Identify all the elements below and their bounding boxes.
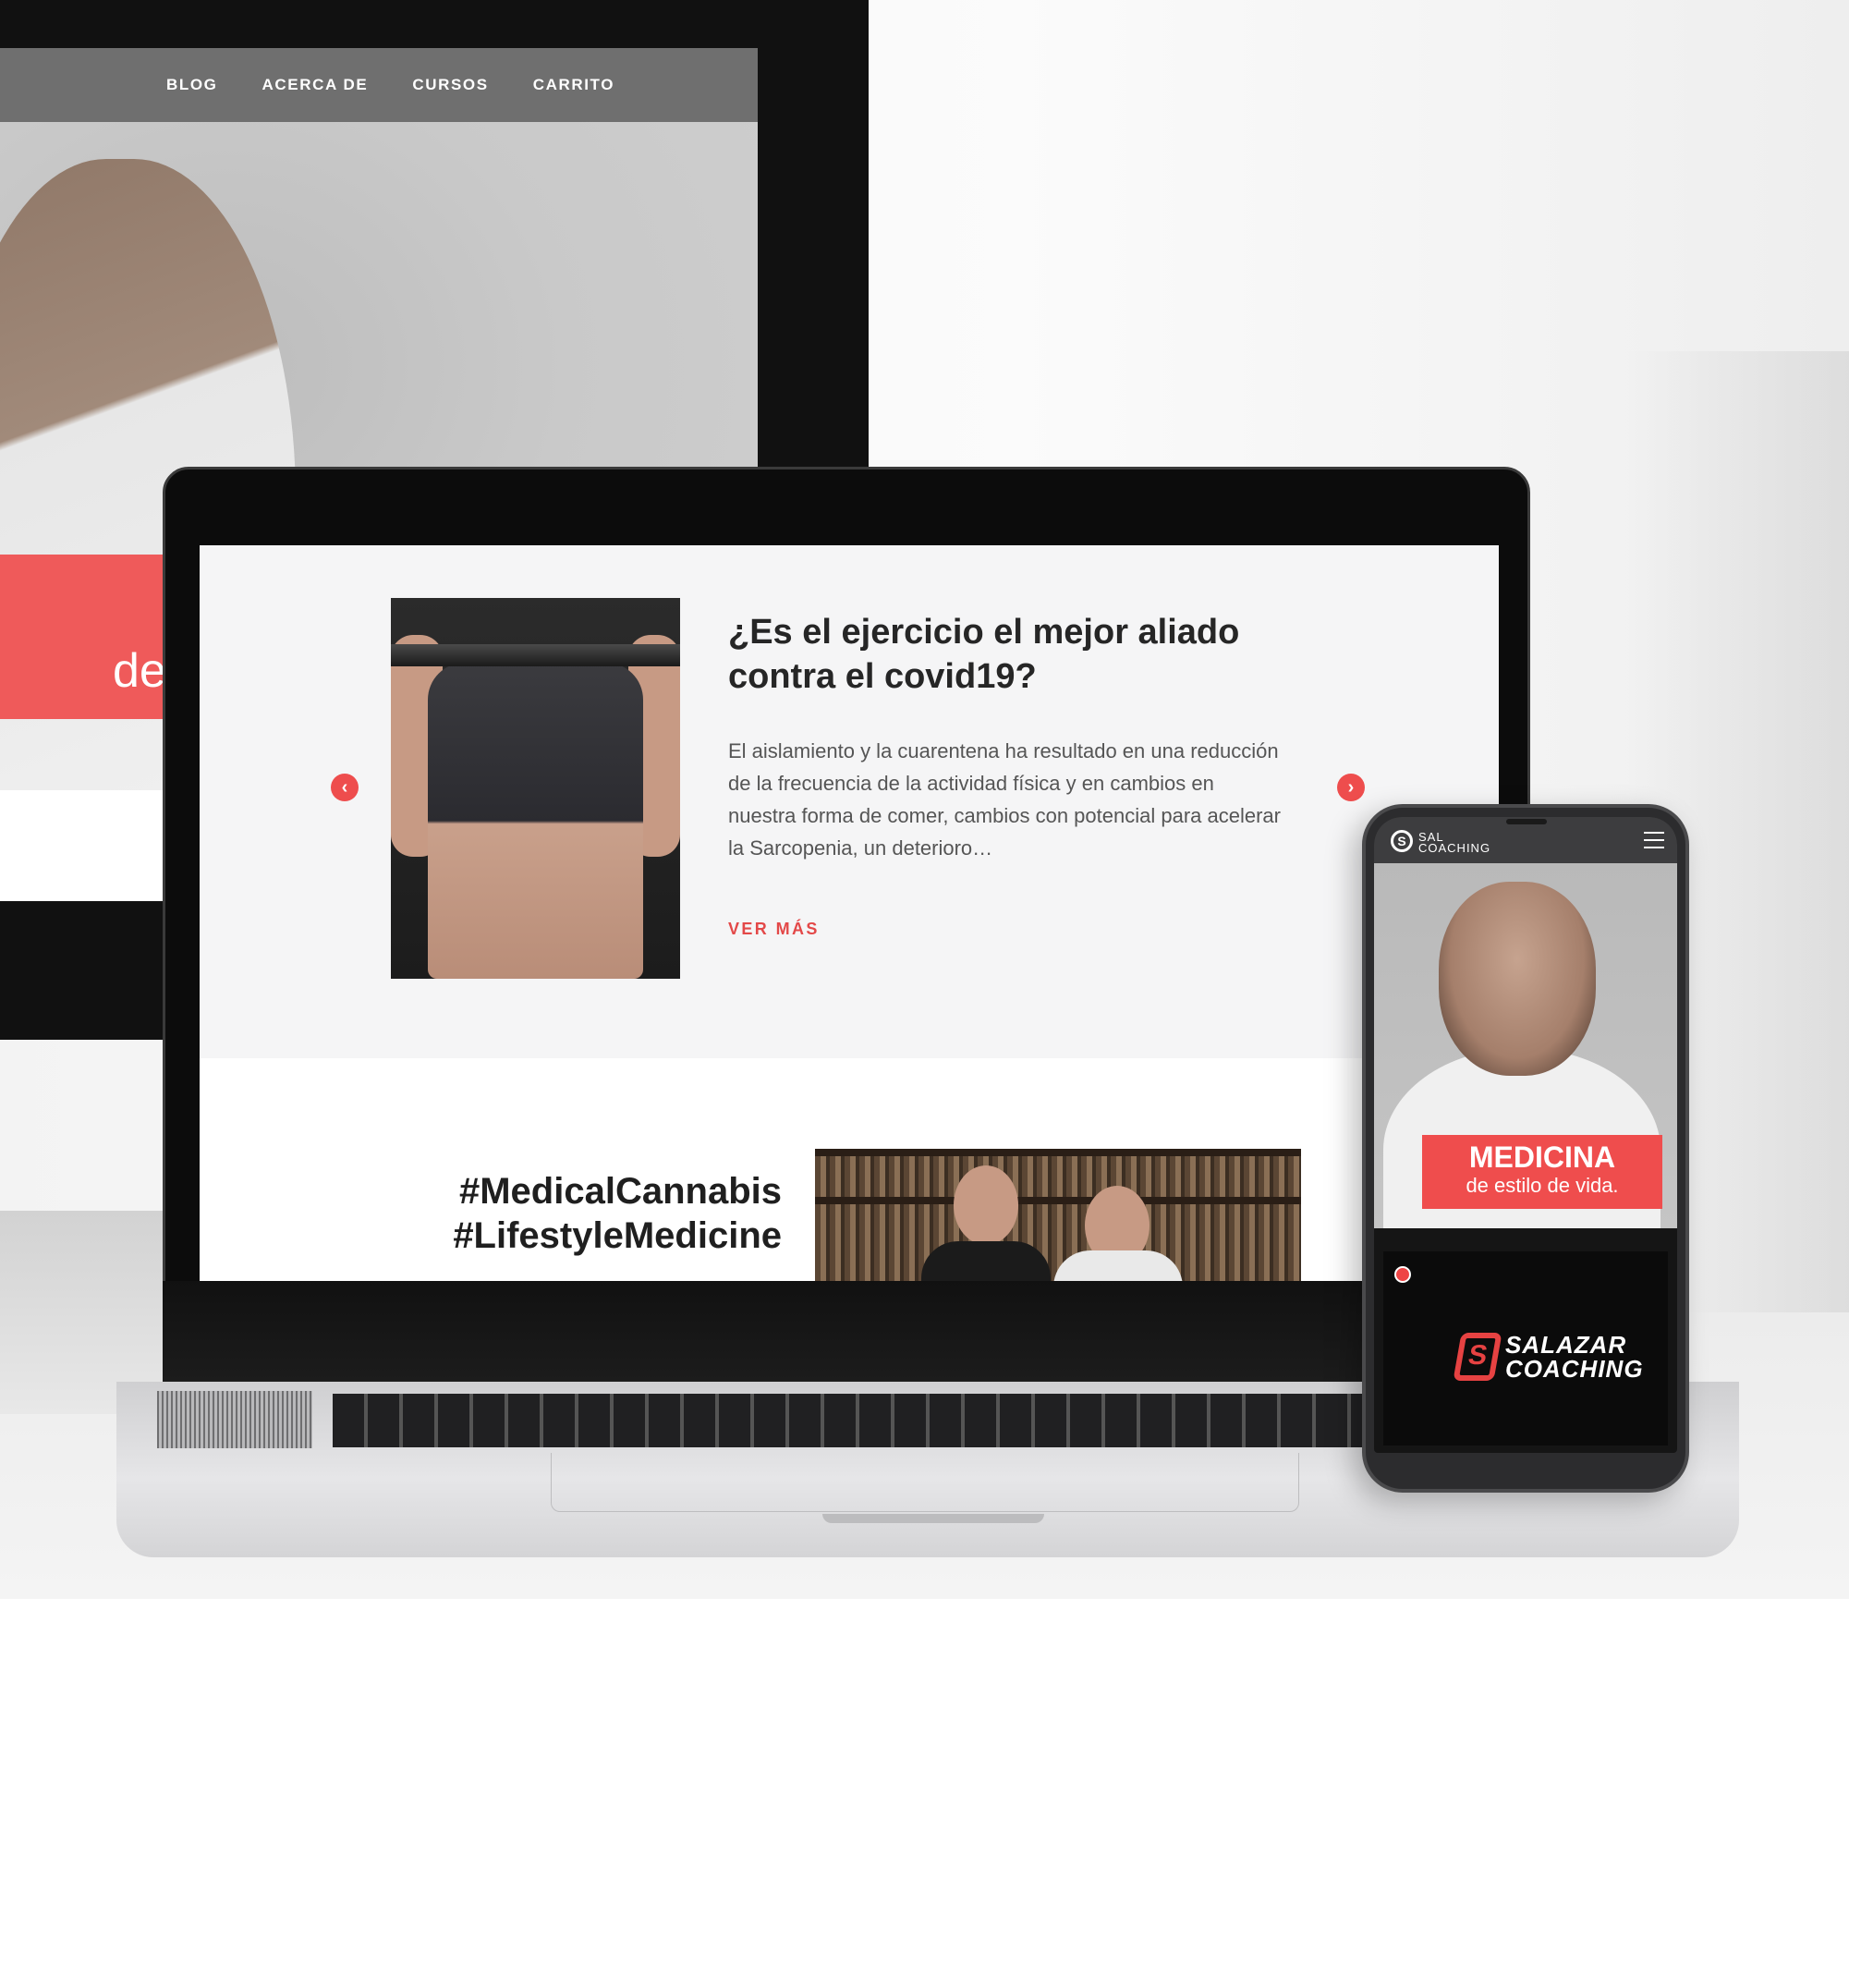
laptop-screen: ‹ ¿Es el ejercicio el mejor aliado contr…: [200, 545, 1499, 1281]
nav-carrito[interactable]: CARRITO: [533, 76, 614, 94]
salazar-s-logo-icon: S: [1453, 1333, 1502, 1381]
video-brand-text: SALAZAR COACHING: [1505, 1333, 1644, 1381]
nav-cursos[interactable]: CURSOS: [412, 76, 488, 94]
person-left-face: [954, 1165, 1018, 1245]
person-right-shirt: [1053, 1250, 1183, 1281]
video-channel-avatar: [1394, 1266, 1411, 1283]
post-image[interactable]: [391, 598, 680, 979]
phone-speaker: [1506, 819, 1547, 824]
hashtag-medical-cannabis: #MedicalCannabis: [458, 1171, 782, 1212]
blog-post-slider: ‹ ¿Es el ejercicio el mejor aliado contr…: [200, 545, 1499, 1058]
laptop-bottom-bezel: [163, 1281, 1530, 1383]
desktop-hero-banner-text: de: [113, 644, 166, 698]
laptop-lid-notch: [822, 1514, 1044, 1523]
phone-screen: S SAL COACHING MEDICINA de estilo de vid…: [1374, 817, 1677, 1453]
nav-blog[interactable]: BLOG: [166, 76, 218, 94]
slider-prev-button[interactable]: ‹: [331, 774, 359, 801]
laptop-trackpad: [551, 1453, 1299, 1512]
hashtag-section: #MedicalCannabis #LifestyleMedicine: [200, 1058, 1499, 1281]
post-title[interactable]: ¿Es el ejercicio el mejor aliado contra …: [728, 610, 1283, 699]
laptop-speaker-grille: [157, 1391, 312, 1448]
desktop-nav: BLOG ACERCA DE CURSOS CARRITO: [0, 48, 758, 122]
slider-next-button[interactable]: ›: [1337, 774, 1365, 801]
hashtag-lifestyle-medicine: #LifestyleMedicine: [453, 1215, 782, 1256]
post-image-torso: [428, 663, 643, 979]
hashtags: #MedicalCannabis #LifestyleMedicine: [384, 1169, 782, 1258]
hamburger-menu-icon[interactable]: [1644, 832, 1664, 848]
phone-hero-head: [1439, 882, 1596, 1076]
phone-video-embed[interactable]: S SALAZAR COACHING: [1383, 1251, 1668, 1445]
read-more-link[interactable]: VER MÁS: [728, 920, 820, 939]
bookshelf-top: [815, 1149, 1301, 1156]
phone-banner-subtitle: de estilo de vida.: [1466, 1174, 1619, 1197]
video-brand-line-2: COACHING: [1505, 1355, 1644, 1383]
phone-logo-text: SAL COACHING: [1418, 831, 1491, 855]
laptop-keyboard: [333, 1394, 1368, 1447]
salazar-logo-icon[interactable]: S: [1391, 830, 1413, 852]
nav-acerca-de[interactable]: ACERCA DE: [262, 76, 369, 94]
video-thumbnail[interactable]: [815, 1149, 1301, 1281]
phone-logo-line-2: COACHING: [1418, 841, 1491, 855]
bookshelf-middle: [815, 1197, 1301, 1204]
phone-hero-banner: MEDICINA de estilo de vida.: [1422, 1135, 1662, 1209]
desktop-hero-banner: de: [0, 555, 166, 719]
video-brand-line-1: SALAZAR: [1505, 1331, 1627, 1359]
phone-hero: MEDICINA de estilo de vida.: [1374, 863, 1677, 1228]
person-left-shirt: [921, 1241, 1051, 1281]
phone-banner-title: MEDICINA: [1468, 1140, 1616, 1174]
desktop-white-band: [0, 790, 166, 901]
post-excerpt: El aislamiento y la cuarentena ha result…: [728, 739, 1281, 860]
post-image-barbell: [391, 644, 680, 666]
